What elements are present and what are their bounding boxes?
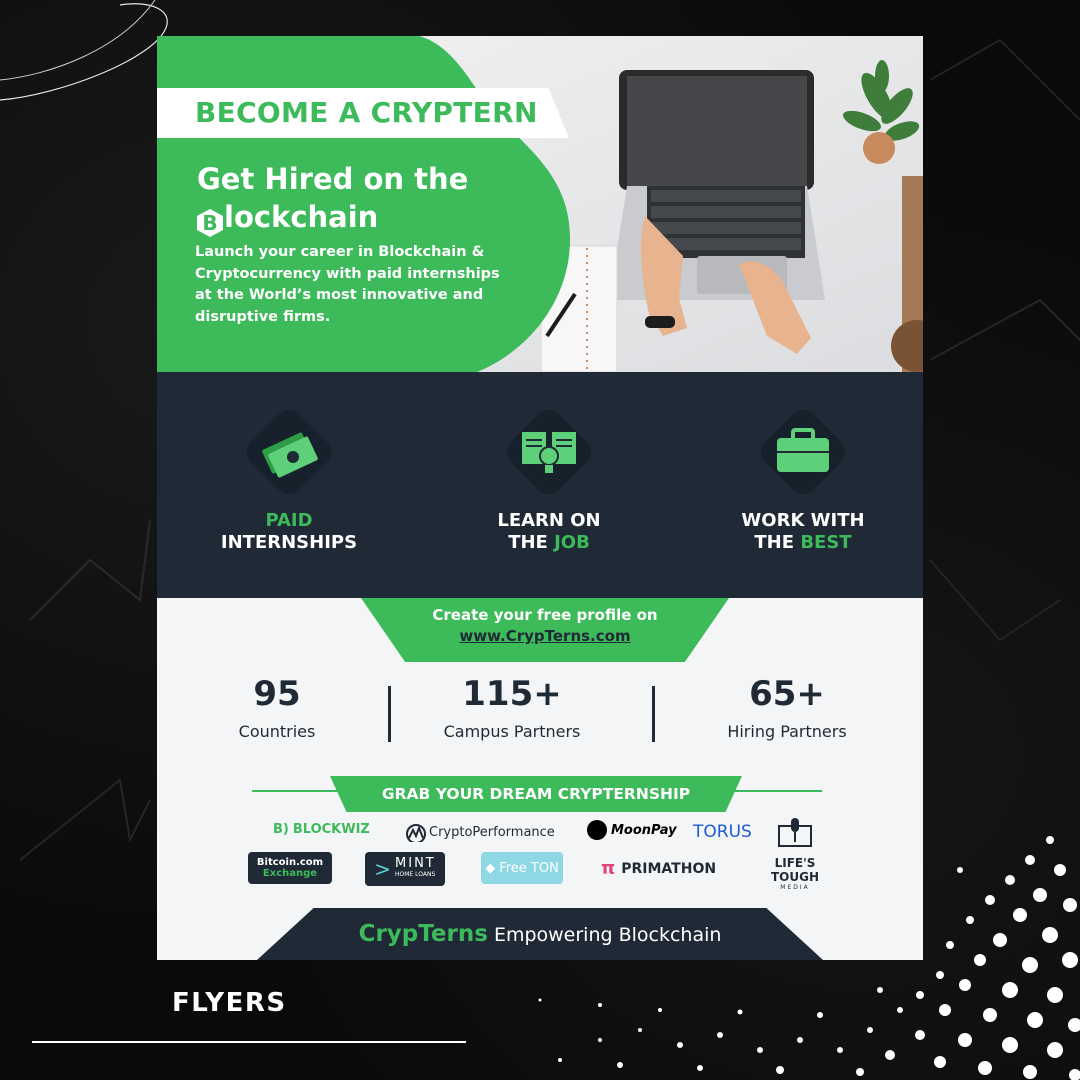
stat-number: 115+ bbox=[462, 674, 562, 714]
divider bbox=[388, 686, 391, 742]
logo-text: MoonPay bbox=[611, 822, 677, 838]
logo-text-1: Bitcoin.com bbox=[256, 857, 324, 868]
logo-bitcoin-exchange: Bitcoin.com Exchange bbox=[248, 852, 332, 884]
logo-text: TORUS bbox=[693, 822, 752, 842]
flyer: BECOME A CRYPTERN Get Hired on the Block… bbox=[157, 36, 923, 960]
feature-3-line1: WORK WITH bbox=[741, 510, 865, 531]
footer-banner: CrypTerns Empowering Blockchain bbox=[257, 908, 823, 960]
stat-number: 65+ bbox=[749, 674, 825, 714]
cryptoperformance-icon bbox=[406, 824, 426, 842]
logo-text-2: Exchange bbox=[262, 868, 318, 879]
cta-banner: Create your free profile on www.CrypTern… bbox=[361, 598, 729, 662]
logo-text: Free TON bbox=[499, 860, 559, 876]
cta-link[interactable]: www.CrypTerns.com bbox=[361, 627, 729, 645]
footer-brand: CrypTerns bbox=[358, 921, 488, 947]
cta-text: Create your free profile on bbox=[432, 606, 658, 624]
feature-paid-internships: PAID INTERNSHIPS bbox=[189, 403, 389, 554]
logo-blockwiz: B) BLOCKWIZ bbox=[273, 822, 370, 837]
feature-learn-on-the-job: LEARN ON THE JOB bbox=[449, 403, 649, 554]
hero-title: Get Hired on the Blockchain bbox=[197, 160, 468, 237]
diamond-icon: ◆ bbox=[485, 860, 496, 876]
hero-title-line2: lockchain bbox=[224, 200, 379, 234]
logo-subtext: MEDIA bbox=[780, 884, 810, 891]
pi-icon: π bbox=[601, 858, 616, 879]
hero-title-line1: Get Hired on the bbox=[197, 162, 469, 196]
ribbon-label: BECOME A CRYPTERN bbox=[195, 96, 538, 129]
book-lightbulb-icon bbox=[522, 432, 576, 473]
money-icon bbox=[262, 432, 318, 478]
mint-chevron-icon: > bbox=[374, 856, 392, 881]
feature-work-with-the-best: WORK WITH THE BEST bbox=[703, 403, 903, 554]
stat-caption: Countries bbox=[238, 722, 316, 741]
feature-2-line2a: THE bbox=[508, 532, 555, 553]
stat-countries: 95 Countries bbox=[217, 674, 337, 741]
logo-text: LIFE'S TOUGH bbox=[770, 856, 820, 884]
logo-lifes-tough: LIFE'S TOUGH MEDIA bbox=[759, 856, 831, 891]
logo-torus: TORUS bbox=[693, 822, 752, 842]
logo-primathon: π PRIMATHON bbox=[601, 858, 716, 879]
logo-subtext: HOME LOANS bbox=[395, 871, 436, 878]
feature-2-line1: LEARN ON bbox=[497, 510, 601, 531]
grab-banner: GRAB YOUR DREAM CRYPTERNSHIP bbox=[330, 776, 742, 812]
logo-text: CryptoPerformance bbox=[429, 824, 555, 840]
stat-caption: Hiring Partners bbox=[727, 722, 847, 741]
feature-3-line2a: THE bbox=[754, 532, 801, 553]
briefcase-icon bbox=[777, 428, 829, 472]
logo-moonpay: MoonPay bbox=[587, 820, 677, 840]
logo-cryptoperformance: CryptoPerformance bbox=[403, 822, 555, 842]
blockchain-b-icon: B bbox=[197, 209, 223, 237]
stat-caption: Campus Partners bbox=[443, 722, 581, 741]
moonpay-icon bbox=[587, 820, 607, 840]
footer-tagline: Empowering Blockchain bbox=[493, 924, 722, 946]
feature-1-line2: INTERNSHIPS bbox=[220, 532, 358, 553]
divider bbox=[652, 686, 655, 742]
logo-text: MINT bbox=[395, 856, 436, 871]
lifes-tough-mic-icon bbox=[778, 818, 812, 847]
logo-text: BLOCKWIZ bbox=[292, 822, 370, 837]
ribbon: BECOME A CRYPTERN bbox=[157, 88, 569, 138]
feature-2-line2b: JOB bbox=[554, 532, 590, 553]
features-section: PAID INTERNSHIPS LEARN ON THE JOB WORK W… bbox=[157, 372, 923, 598]
stat-hiring-partners: 65+ Hiring Partners bbox=[707, 674, 867, 741]
caption-underline bbox=[32, 1041, 466, 1043]
blockwiz-icon: B) bbox=[273, 822, 289, 837]
stats-section: 95 Countries 115+ Campus Partners 65+ Hi… bbox=[157, 666, 923, 776]
category-caption: FLYERS bbox=[172, 988, 287, 1018]
logo-mint: > MINT HOME LOANS bbox=[365, 852, 445, 886]
hero-description: Launch your career in Blockchain & Crypt… bbox=[195, 244, 500, 325]
logo-free-ton: ◆ Free TON bbox=[481, 852, 563, 884]
feature-3-line2b: BEST bbox=[800, 532, 852, 553]
stat-number: 95 bbox=[253, 674, 301, 714]
stat-campus-partners: 115+ Campus Partners bbox=[427, 674, 597, 741]
logo-text: PRIMATHON bbox=[621, 860, 717, 877]
feature-1-line1: PAID bbox=[265, 510, 313, 531]
hero-section: BECOME A CRYPTERN Get Hired on the Block… bbox=[157, 36, 923, 372]
